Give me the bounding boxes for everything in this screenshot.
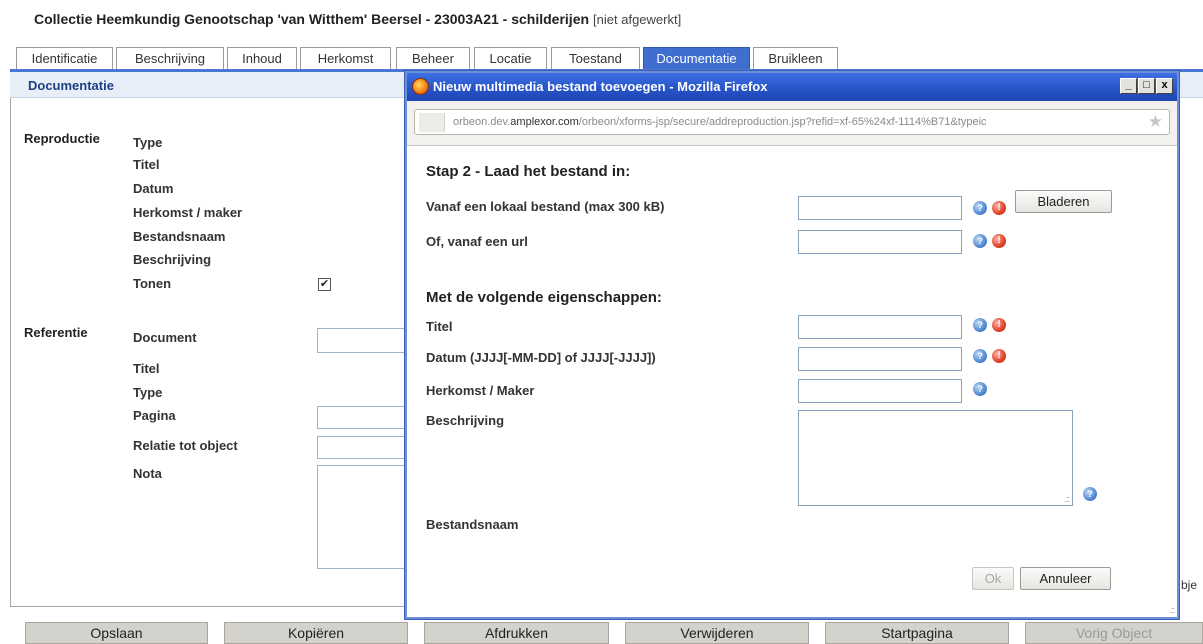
dialog-titlebar[interactable]: Nieuw multimedia bestand toevoegen - Moz…: [407, 73, 1177, 101]
close-button[interactable]: x: [1156, 78, 1173, 94]
home-button[interactable]: Startpagina: [825, 622, 1009, 644]
field-pagina: Pagina: [133, 408, 176, 423]
field-tonen: Tonen: [133, 276, 172, 291]
alert-icon: !: [992, 201, 1006, 215]
field-bestandsnaam: Bestandsnaam: [133, 229, 226, 244]
form-frame-bottom: [10, 606, 406, 607]
url-bar[interactable]: orbeon.dev.amplexor.com/orbeon/xforms-js…: [414, 109, 1170, 135]
page-title-text: Collectie Heemkundig Genootschap 'van Wi…: [34, 11, 590, 27]
field-ref-type: Type: [133, 385, 163, 400]
tab-bruikleen[interactable]: Bruikleen: [753, 47, 838, 70]
alert-icon: !: [992, 234, 1006, 248]
field-ref-titel: Titel: [133, 361, 160, 376]
dialog-title: Nieuw multimedia bestand toevoegen - Moz…: [433, 79, 768, 94]
field-herkomst-maker: Herkomst / maker: [133, 205, 243, 220]
date-input[interactable]: [798, 347, 962, 371]
title-label: Titel: [426, 319, 453, 334]
cancel-button[interactable]: Annuleer: [1020, 567, 1111, 590]
field-datum: Datum: [133, 181, 174, 196]
tab-locatie[interactable]: Locatie: [474, 47, 547, 70]
help-icon[interactable]: ?: [973, 201, 987, 215]
help-icon[interactable]: ?: [973, 234, 987, 248]
field-beschrijving: Beschrijving: [133, 252, 212, 267]
section-title: Documentatie: [28, 78, 114, 93]
field-document: Document: [133, 330, 197, 345]
title-input[interactable]: [798, 315, 962, 339]
description-label: Beschrijving: [426, 413, 505, 428]
page-title: Collectie Heemkundig Genootschap 'van Wi…: [34, 11, 681, 27]
form-frame-left: [10, 98, 11, 606]
step-heading: Stap 2 - Laad het bestand in:: [426, 163, 631, 180]
copy-button[interactable]: Kopiëren: [224, 622, 408, 644]
local-file-label-text: Vanaf een lokaal bestand: [426, 199, 581, 214]
help-icon[interactable]: ?: [973, 382, 987, 396]
field-nota: Nota: [133, 466, 162, 481]
url-input[interactable]: [798, 230, 962, 254]
tab-toestand[interactable]: Toestand: [551, 47, 640, 70]
save-button[interactable]: Opslaan: [25, 622, 208, 644]
alert-icon: !: [992, 318, 1006, 332]
help-icon[interactable]: ?: [1083, 487, 1097, 501]
ok-button[interactable]: Ok: [972, 567, 1014, 590]
site-identity-icon: [419, 113, 445, 132]
browse-button[interactable]: Bladeren: [1015, 190, 1112, 213]
local-file-input[interactable]: [798, 196, 962, 220]
description-textarea[interactable]: .::: [798, 410, 1073, 506]
group-referentie: Referentie: [24, 325, 88, 340]
help-icon[interactable]: ?: [973, 318, 987, 332]
tab-inhoud[interactable]: Inhoud: [227, 47, 297, 70]
date-label: Datum (JJJJ[-MM-DD] of JJJJ[-JJJJ]): [426, 350, 656, 365]
group-reproductie: Reproductie: [24, 131, 100, 146]
maximize-button[interactable]: □: [1138, 78, 1155, 94]
relatie-input[interactable]: [317, 436, 406, 459]
print-button[interactable]: Afdrukken: [424, 622, 609, 644]
status-label: [niet afgewerkt]: [593, 12, 682, 27]
tab-identificatie[interactable]: Identificatie: [16, 47, 113, 70]
url-domain: amplexor.com: [510, 116, 579, 128]
url-host: orbeon.dev.: [453, 116, 511, 128]
url-bar-area: orbeon.dev.amplexor.com/orbeon/xforms-js…: [407, 101, 1177, 146]
window-resize-grip-icon[interactable]: .::: [1169, 605, 1174, 615]
field-type: Type: [133, 135, 163, 150]
delete-button[interactable]: Verwijderen: [625, 622, 809, 644]
bookmark-star-icon[interactable]: ★: [1148, 112, 1163, 132]
help-icon[interactable]: ?: [973, 349, 987, 363]
upload-dialog: Nieuw multimedia bestand toevoegen - Moz…: [405, 71, 1179, 619]
tab-beheer[interactable]: Beheer: [396, 47, 470, 70]
resize-grip-icon[interactable]: .::: [1064, 494, 1069, 504]
alert-icon: !: [992, 349, 1006, 363]
tonen-checkbox[interactable]: ✔: [318, 278, 331, 291]
minimize-button[interactable]: _: [1120, 78, 1137, 94]
field-titel: Titel: [133, 157, 160, 172]
previous-object-button[interactable]: Vorig Object: [1025, 622, 1203, 644]
filename-label: Bestandsnaam: [426, 517, 519, 532]
field-relatie-tot-object: Relatie tot object: [133, 438, 238, 453]
properties-heading: Met de volgende eigenschappen:: [426, 289, 662, 306]
nota-textarea[interactable]: [317, 465, 406, 569]
url-path: /orbeon/xforms-jsp/secure/addreproductio…: [578, 116, 987, 128]
tab-herkomst[interactable]: Herkomst: [300, 47, 391, 70]
origin-label: Herkomst / Maker: [426, 383, 535, 398]
tab-beschrijving[interactable]: Beschrijving: [116, 47, 224, 70]
clipped-object-text: bje: [1181, 578, 1198, 592]
pagina-input[interactable]: [317, 406, 406, 429]
url-label: Of, vanaf een url: [426, 234, 528, 249]
origin-input[interactable]: [798, 379, 962, 403]
local-file-label: Vanaf een lokaal bestand (max 300 kB): [426, 199, 664, 214]
local-file-note: (max 300 kB): [584, 199, 665, 214]
document-input[interactable]: [317, 328, 406, 353]
firefox-logo-icon: [412, 78, 429, 95]
tab-documentatie[interactable]: Documentatie: [643, 47, 750, 70]
url-text: orbeon.dev.amplexor.com/orbeon/xforms-js…: [453, 116, 987, 128]
